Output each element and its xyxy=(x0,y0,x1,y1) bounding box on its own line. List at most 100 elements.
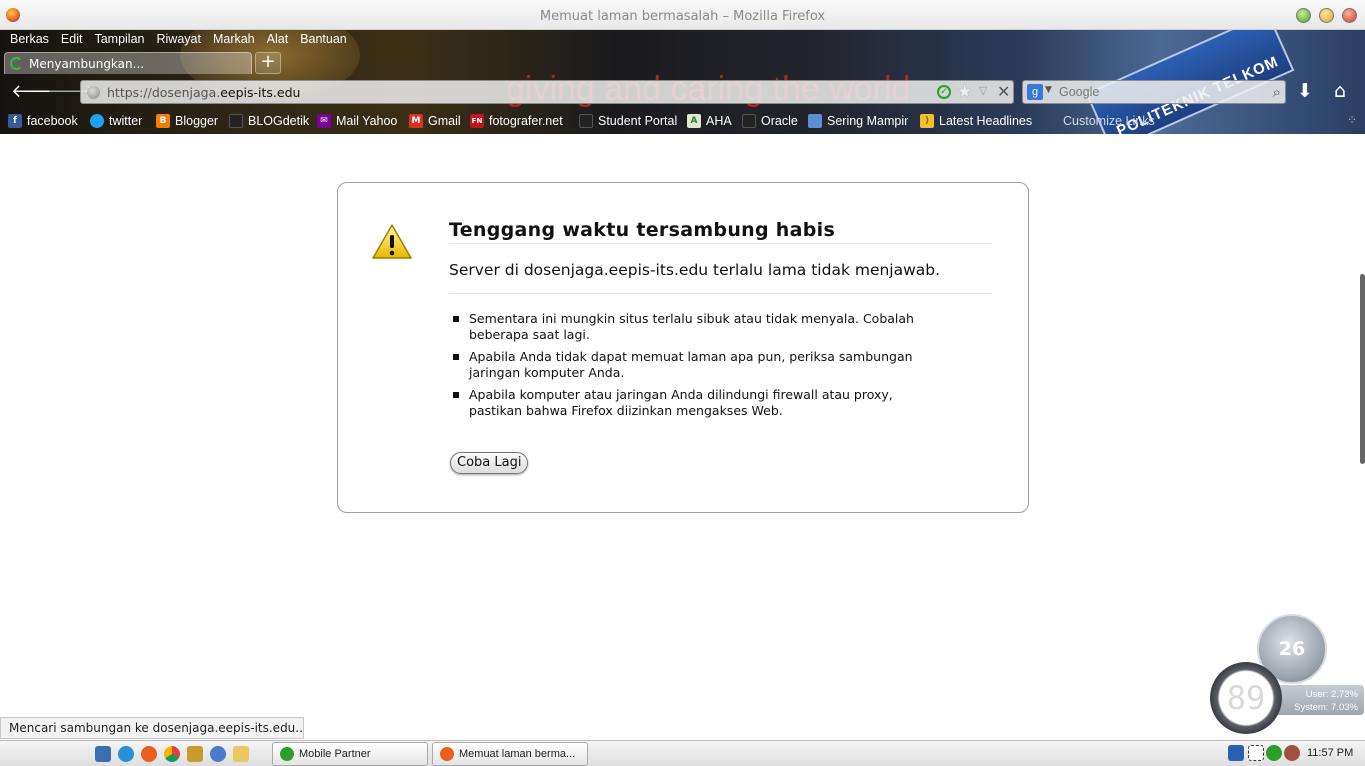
browser-chrome: POLITEKNIK TELKOM giving and caring the … xyxy=(0,30,1365,134)
check-icon[interactable]: ✓ xyxy=(937,85,951,99)
page-icon xyxy=(579,114,593,128)
show-desktop-icon[interactable] xyxy=(95,746,111,762)
navigation-bar: 🡐 🡒 https://dosenjaga.eepis-its.edu ✓ ★ … xyxy=(0,76,1365,108)
notes-icon[interactable] xyxy=(233,746,249,762)
bookmark-blogger[interactable]: B Blogger xyxy=(156,112,218,130)
error-short-description: Server di dosenjaga.eepis-its.edu terlal… xyxy=(449,261,992,294)
error-page-container: Tenggang waktu tersambung habis Server d… xyxy=(337,182,1029,513)
maximize-button[interactable] xyxy=(1296,8,1311,23)
blogger-icon: B xyxy=(156,114,170,128)
status-bar: Mencari sambungan ke dosenjaga.eepis-its… xyxy=(0,717,304,739)
cpu-usage-panel: User: 2.73% System: 7.03% xyxy=(1270,685,1364,715)
menu-bantuan[interactable]: Bantuan xyxy=(300,32,347,50)
media-player-icon[interactable] xyxy=(210,746,226,762)
back-button[interactable]: 🡐 xyxy=(11,81,59,103)
twitter-icon xyxy=(90,114,104,128)
taskbar-item-firefox[interactable]: Memuat laman berma... xyxy=(432,742,588,766)
aha-icon: A xyxy=(687,114,701,128)
bookmark-aha[interactable]: A AHA xyxy=(687,112,732,130)
menu-bar: Berkas Edit Tampilan Riwayat Markah Alat… xyxy=(0,32,349,50)
tray-avatar-icon[interactable] xyxy=(1284,745,1300,761)
bookmark-customize-links[interactable]: Customize Links xyxy=(1063,112,1155,130)
digit-value: 89 xyxy=(1226,679,1266,717)
tray-network-icon[interactable] xyxy=(1248,745,1264,761)
mobile-partner-icon xyxy=(280,747,294,761)
forward-button[interactable]: 🡒 xyxy=(47,81,95,103)
stop-icon[interactable]: ✕ xyxy=(997,82,1010,101)
new-tab-button[interactable]: + xyxy=(255,52,281,74)
tray-mobile-partner-icon[interactable] xyxy=(1266,745,1282,761)
taskbar-item-mobile-partner[interactable]: Mobile Partner xyxy=(272,742,428,766)
bookmark-fotografer[interactable]: FN fotografer.net xyxy=(470,112,563,130)
clock[interactable]: 11:57 PM xyxy=(1307,747,1353,759)
throbber-icon: ⁘ xyxy=(1346,113,1357,127)
search-input[interactable]: Google xyxy=(1059,85,1099,99)
tab-label: Menyambungkan... xyxy=(29,57,145,71)
cpu-digit-gadget[interactable]: 89 xyxy=(1210,662,1282,734)
try-again-button[interactable]: Coba Lagi xyxy=(450,452,529,474)
search-icon[interactable]: ⌕ xyxy=(1273,83,1281,101)
list-item: Apabila Anda tidak dapat memuat laman ap… xyxy=(449,349,919,381)
tools-icon[interactable] xyxy=(187,746,203,762)
scrollbar[interactable] xyxy=(1360,274,1365,464)
page-content: Tenggang waktu tersambung habis Server d… xyxy=(0,134,1365,716)
bookmark-twitter[interactable]: twitter xyxy=(90,112,142,130)
firefox-icon[interactable] xyxy=(141,746,157,762)
taskbar: Mobile Partner Memuat laman berma... 11:… xyxy=(0,740,1365,766)
bookmark-student-portal[interactable]: Student Portal xyxy=(579,112,677,130)
menu-berkas[interactable]: Berkas xyxy=(10,32,49,50)
cpu-system: System: 7.03% xyxy=(1294,702,1358,713)
list-item: Apabila komputer atau jaringan Anda dili… xyxy=(449,387,919,419)
loading-spinner-icon xyxy=(10,57,23,70)
bookmarks-toolbar: f facebook twitter B Blogger BLOGdetik ✉… xyxy=(0,110,1365,132)
bookmark-facebook[interactable]: f facebook xyxy=(8,112,78,130)
menu-riwayat[interactable]: Riwayat xyxy=(156,32,200,50)
url-bar[interactable]: https://dosenjaga.eepis-its.edu ✓ ★ ▽ ✕ xyxy=(80,80,1014,104)
url-subdomain: dosenjaga. xyxy=(151,85,221,100)
internet-explorer-icon[interactable] xyxy=(118,746,134,762)
tab-strip: Menyambungkan... + xyxy=(0,52,1365,74)
bookmark-sering-mampir[interactable]: Sering Mampir xyxy=(808,112,908,130)
page-icon xyxy=(229,114,243,128)
bookmark-mail-yahoo[interactable]: ✉ Mail Yahoo xyxy=(317,112,397,130)
close-window-button[interactable] xyxy=(1342,8,1357,23)
dial-value: 26 xyxy=(1278,638,1306,660)
yahoo-mail-icon: ✉ xyxy=(317,114,331,128)
download-icon[interactable]: ⬇ xyxy=(1297,80,1313,102)
history-dropdown-icon[interactable]: ▽ xyxy=(979,84,987,97)
home-icon[interactable]: ⌂ xyxy=(1334,80,1346,102)
cpu-user: User: 2.73% xyxy=(1305,689,1358,700)
rss-folder-icon: ) xyxy=(920,114,934,128)
menu-edit[interactable]: Edit xyxy=(61,32,83,50)
google-icon[interactable]: g xyxy=(1027,84,1043,100)
url-prefix: https:// xyxy=(107,85,152,100)
tab-active[interactable]: Menyambungkan... xyxy=(4,52,252,74)
minimize-button[interactable] xyxy=(1319,8,1334,23)
taskbar-item-label: Mobile Partner xyxy=(299,748,371,760)
search-engine-dropdown-icon[interactable]: ▼ xyxy=(1045,85,1052,95)
url-domain: eepis-its.edu xyxy=(220,85,301,100)
site-identity-icon[interactable] xyxy=(87,86,100,99)
url-text[interactable]: https://dosenjaga.eepis-its.edu xyxy=(107,85,300,100)
firefox-icon xyxy=(440,747,454,761)
title-bar: Memuat laman bermasalah – Mozilla Firefo… xyxy=(0,0,1365,30)
most-visited-icon xyxy=(808,114,822,128)
bookmark-oracle[interactable]: Oracle xyxy=(742,112,798,130)
bookmark-latest-headlines[interactable]: ) Latest Headlines xyxy=(920,112,1032,130)
menu-alat[interactable]: Alat xyxy=(267,32,289,50)
search-box[interactable]: g ▼ Google ⌕ xyxy=(1022,80,1286,104)
bookmark-star-icon[interactable]: ★ xyxy=(957,82,972,102)
tray-expand-icon[interactable] xyxy=(1228,745,1244,761)
warning-icon xyxy=(372,224,412,259)
menu-markah[interactable]: Markah xyxy=(213,32,255,50)
fn-icon: FN xyxy=(470,114,484,128)
menu-tampilan[interactable]: Tampilan xyxy=(94,32,144,50)
gmail-icon: M xyxy=(409,114,423,128)
bookmark-gmail[interactable]: M Gmail xyxy=(409,112,461,130)
error-suggestions-list: Sementara ini mungkin situs terlalu sibu… xyxy=(449,311,919,425)
start-menu-icon[interactable] xyxy=(34,745,50,761)
chrome-icon[interactable] xyxy=(164,746,180,762)
bookmark-blogdetik[interactable]: BLOGdetik xyxy=(229,112,309,130)
taskbar-item-label: Memuat laman berma... xyxy=(459,748,576,760)
list-item: Sementara ini mungkin situs terlalu sibu… xyxy=(449,311,919,343)
